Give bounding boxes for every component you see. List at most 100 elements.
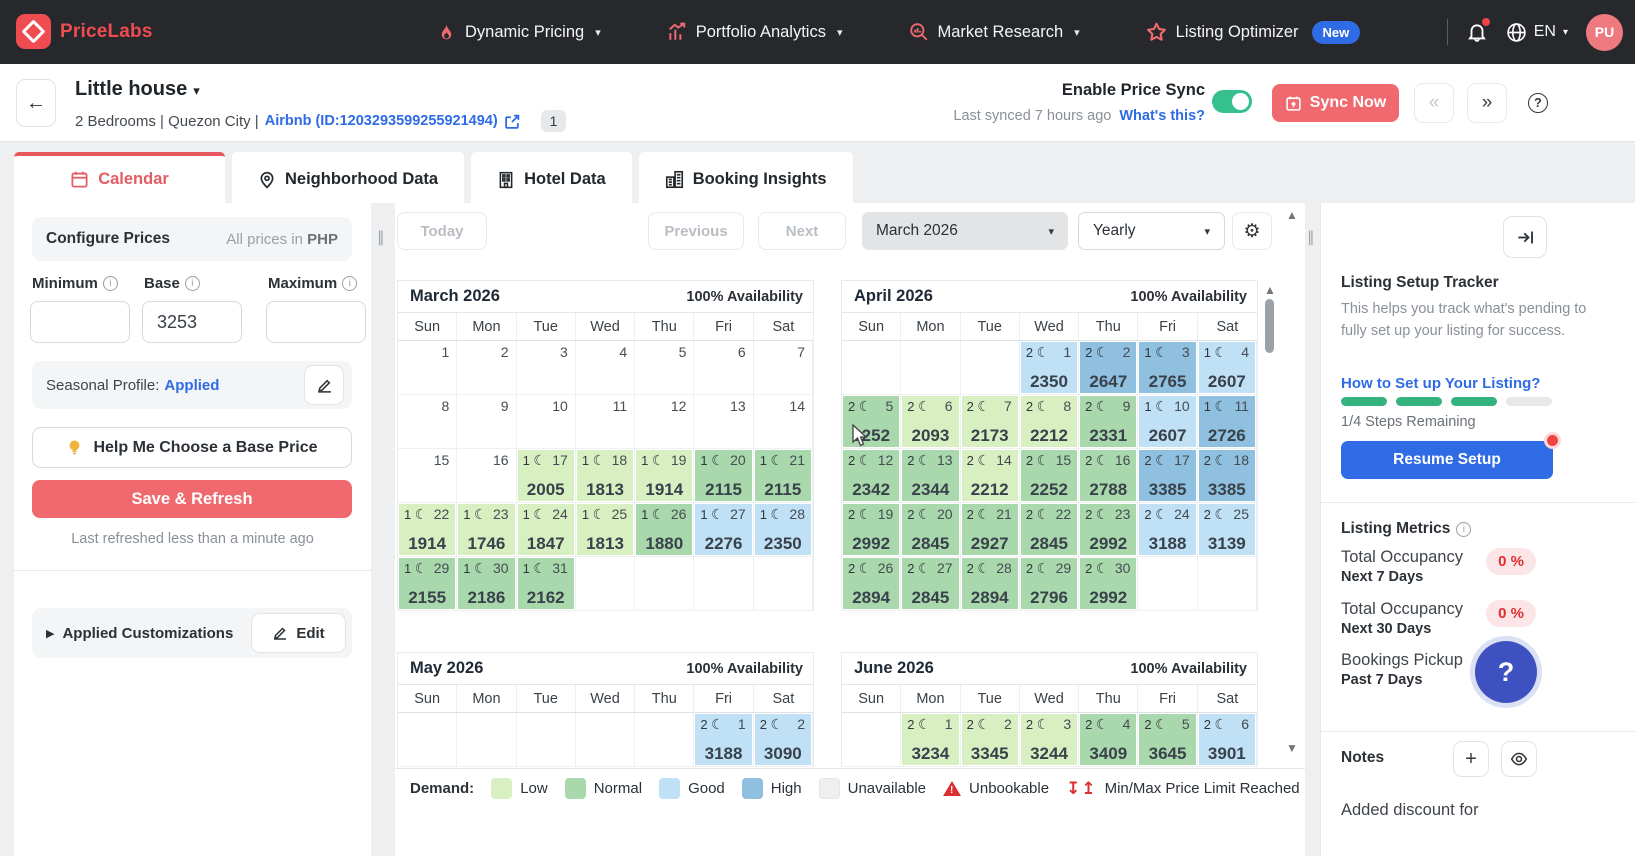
notifications-bell-icon[interactable] bbox=[1466, 21, 1488, 43]
scrollbar-up-arrow[interactable]: ▲ bbox=[1286, 208, 1298, 222]
minimum-price-input[interactable] bbox=[30, 301, 130, 343]
calendar-day-cell[interactable]: 1 ☾42607 bbox=[1198, 341, 1257, 395]
calendar-day-cell[interactable]: 3 bbox=[517, 341, 576, 395]
help-button[interactable]: ? bbox=[1518, 83, 1558, 123]
calendar-day-cell[interactable]: 2 ☾253139 bbox=[1198, 503, 1257, 557]
calendar-day-cell[interactable]: 2 ☾262894 bbox=[842, 557, 901, 611]
calendar-day-cell[interactable]: 2 ☾202845 bbox=[901, 503, 960, 557]
calendar-day-cell[interactable]: 2 ☾53645 bbox=[1138, 713, 1197, 767]
calendar-day-cell[interactable]: 2 ☾192992 bbox=[842, 503, 901, 557]
calendar-day-cell[interactable]: 1 ☾102607 bbox=[1138, 395, 1197, 449]
calendar-day-cell[interactable]: 2 ☾62093 bbox=[901, 395, 960, 449]
airbnb-listing-link[interactable]: Airbnb (ID:1203293599255921494) bbox=[265, 113, 498, 129]
applied-customizations-label[interactable]: Applied Customizations bbox=[62, 625, 233, 642]
calendar-day-cell[interactable]: 5 bbox=[635, 341, 694, 395]
view-notes-button[interactable] bbox=[1501, 741, 1537, 777]
calendar-day-cell[interactable]: 2 ☾232992 bbox=[1079, 503, 1138, 557]
inner-scrollbar-up-arrow[interactable]: ▲ bbox=[1264, 283, 1276, 297]
tab-calendar[interactable]: Calendar bbox=[14, 152, 225, 203]
add-note-button[interactable]: + bbox=[1453, 741, 1489, 777]
collapse-left-button[interactable]: « bbox=[1414, 83, 1454, 123]
user-avatar[interactable]: PU bbox=[1586, 14, 1623, 51]
calendar-day-cell[interactable]: 1 ☾112726 bbox=[1198, 395, 1257, 449]
calendar-day-cell[interactable]: 2 ☾222845 bbox=[1020, 503, 1079, 557]
calendar-day-cell[interactable]: 1 ☾251813 bbox=[576, 503, 635, 557]
nav-item-listing-optimizer[interactable]: Listing OptimizerNew bbox=[1146, 21, 1361, 44]
help-choose-base-price-button[interactable]: Help Me Choose a Base Price bbox=[32, 427, 352, 468]
calendar-day-cell[interactable]: 2 ☾13188 bbox=[694, 713, 753, 767]
calendar-day-cell[interactable]: 2 ☾162788 bbox=[1079, 449, 1138, 503]
calendar-day-cell[interactable]: 1 ☾32765 bbox=[1138, 341, 1197, 395]
calendar-day-cell[interactable]: 2 ☾92331 bbox=[1079, 395, 1138, 449]
listing-count-badge[interactable]: 1 bbox=[541, 110, 567, 132]
info-icon[interactable]: i bbox=[103, 276, 118, 291]
info-icon[interactable]: i bbox=[1456, 522, 1471, 537]
calendar-day-cell[interactable]: 2 ☾122342 bbox=[842, 449, 901, 503]
calendar-day-cell[interactable]: 2 ☾33244 bbox=[1020, 713, 1079, 767]
calendar-day-cell[interactable]: 1 ☾191914 bbox=[635, 449, 694, 503]
panel-resize-handle[interactable]: ∥ bbox=[1307, 228, 1316, 246]
calendar-day-cell[interactable]: 16 bbox=[457, 449, 516, 503]
tab-booking-insights[interactable]: Booking Insights bbox=[639, 152, 853, 203]
maximum-price-input[interactable] bbox=[266, 301, 366, 343]
nav-item-dynamic-pricing[interactable]: Dynamic Pricing▾ bbox=[437, 23, 601, 42]
month-select[interactable]: March 2026▾ bbox=[862, 212, 1068, 250]
calendar-day-cell[interactable]: 1 ☾212115 bbox=[754, 449, 813, 503]
calendar-day-cell[interactable]: 2 ☾152252 bbox=[1020, 449, 1079, 503]
calendar-settings-button[interactable]: ⚙ bbox=[1232, 212, 1272, 250]
pricelabs-logo[interactable]: PriceLabs bbox=[16, 14, 153, 49]
today-button[interactable]: Today bbox=[397, 212, 487, 250]
tab-hotel-data[interactable]: Hotel Data bbox=[471, 152, 632, 203]
calendar-day-cell[interactable]: 1 ☾241847 bbox=[517, 503, 576, 557]
calendar-day-cell[interactable]: 1 ☾292155 bbox=[398, 557, 457, 611]
calendar-day-cell[interactable]: 2 ☾183385 bbox=[1198, 449, 1257, 503]
calendar-day-cell[interactable]: 2 ☾282894 bbox=[961, 557, 1020, 611]
calendar-day-cell[interactable]: 10 bbox=[517, 395, 576, 449]
expand-right-button[interactable]: » bbox=[1467, 83, 1507, 123]
calendar-day-cell[interactable]: 2 ☾243188 bbox=[1138, 503, 1197, 557]
setup-listing-link[interactable]: How to Set up Your Listing? bbox=[1341, 375, 1540, 392]
calendar-day-cell[interactable]: 2 ☾142212 bbox=[961, 449, 1020, 503]
calendar-day-cell[interactable]: 15 bbox=[398, 449, 457, 503]
previous-button[interactable]: Previous bbox=[648, 212, 744, 250]
calendar-day-cell[interactable]: 9 bbox=[457, 395, 516, 449]
calendar-day-cell[interactable]: 1 ☾261880 bbox=[635, 503, 694, 557]
external-link-icon[interactable] bbox=[504, 113, 521, 130]
calendar-day-cell[interactable]: 2 ☾212927 bbox=[961, 503, 1020, 557]
nav-item-portfolio-analytics[interactable]: Portfolio Analytics▾ bbox=[667, 22, 843, 42]
back-button[interactable]: ← bbox=[16, 79, 56, 127]
base-price-input[interactable] bbox=[142, 301, 242, 343]
calendar-day-cell[interactable]: 2 bbox=[457, 341, 516, 395]
info-icon[interactable]: i bbox=[342, 276, 357, 291]
calendar-day-cell[interactable]: 2 ☾13234 bbox=[901, 713, 960, 767]
calendar-day-cell[interactable]: 2 ☾272845 bbox=[901, 557, 960, 611]
language-selector[interactable]: EN ▾ bbox=[1506, 22, 1568, 43]
calendar-day-cell[interactable]: 2 ☾82212 bbox=[1020, 395, 1079, 449]
calendar-day-cell[interactable]: 1 ☾272276 bbox=[694, 503, 753, 557]
calendar-day-cell[interactable]: 2 ☾132344 bbox=[901, 449, 960, 503]
collapse-sidebar-button[interactable] bbox=[1503, 216, 1547, 258]
calendar-day-cell[interactable]: 2 ☾23090 bbox=[754, 713, 813, 767]
panel-resize-handle[interactable]: ∥ bbox=[377, 228, 386, 246]
whats-this-link[interactable]: What's this? bbox=[1119, 108, 1205, 124]
price-sync-toggle[interactable] bbox=[1212, 90, 1252, 113]
calendar-day-cell[interactable]: 11 bbox=[576, 395, 635, 449]
help-bubble-button[interactable]: ? bbox=[1475, 641, 1537, 703]
calendar-day-cell[interactable]: 12 bbox=[635, 395, 694, 449]
calendar-day-cell[interactable]: 1 ☾181813 bbox=[576, 449, 635, 503]
calendar-day-cell[interactable]: 1 ☾221914 bbox=[398, 503, 457, 557]
edit-customizations-button[interactable]: Edit bbox=[251, 613, 346, 653]
calendar-day-cell[interactable]: 6 bbox=[694, 341, 753, 395]
listing-title[interactable]: Little house▾ bbox=[75, 78, 200, 101]
info-icon[interactable]: i bbox=[185, 276, 200, 291]
calendar-day-cell[interactable]: 2 ☾52252 bbox=[842, 395, 901, 449]
calendar-day-cell[interactable]: 4 bbox=[576, 341, 635, 395]
nav-item-market-research[interactable]: Market Research▾ bbox=[909, 22, 1080, 42]
scrollbar-thumb[interactable] bbox=[1265, 299, 1274, 353]
calendar-day-cell[interactable]: 2 ☾173385 bbox=[1138, 449, 1197, 503]
calendar-day-cell[interactable]: 1 ☾231746 bbox=[457, 503, 516, 557]
calendar-day-cell[interactable]: 2 ☾23345 bbox=[961, 713, 1020, 767]
calendar-day-cell[interactable]: 2 ☾63901 bbox=[1198, 713, 1257, 767]
save-refresh-button[interactable]: Save & Refresh bbox=[32, 480, 352, 518]
calendar-day-cell[interactable]: 1 ☾282350 bbox=[754, 503, 813, 557]
